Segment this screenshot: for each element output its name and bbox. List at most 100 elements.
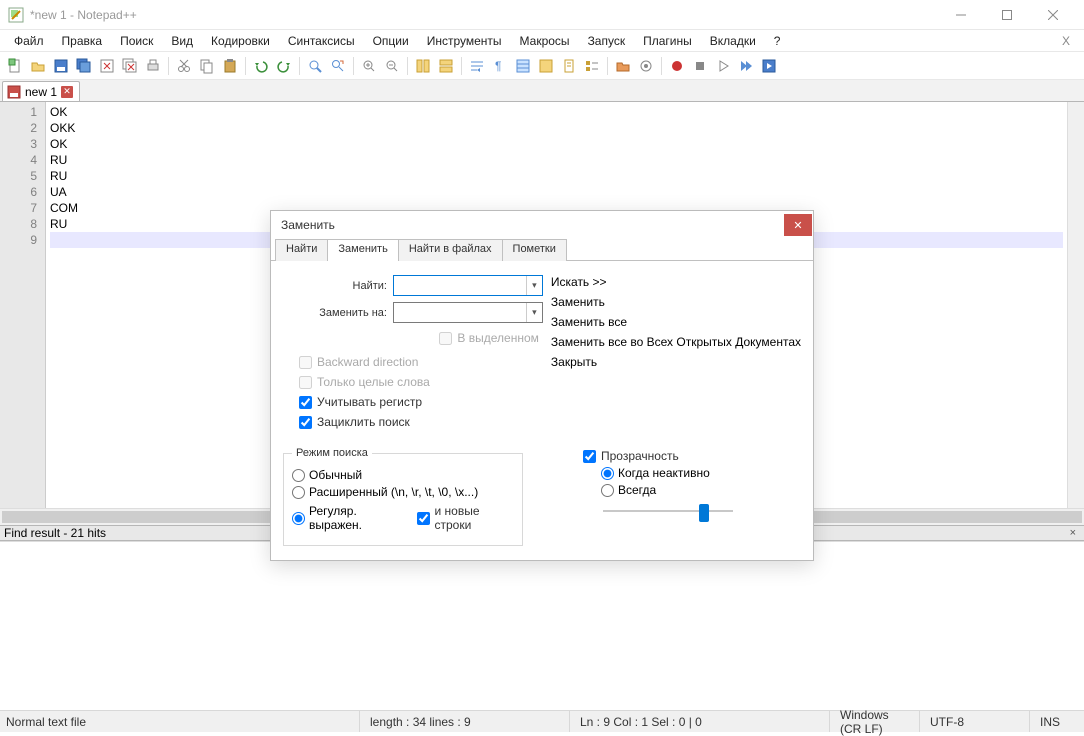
transparency-slider[interactable] xyxy=(603,501,733,521)
menu-edit[interactable]: Правка xyxy=(54,32,111,50)
menu-bar: Файл Правка Поиск Вид Кодировки Синтакси… xyxy=(0,30,1084,52)
dropdown-icon[interactable]: ▾ xyxy=(526,276,542,295)
transparency-onlose-radio[interactable]: Когда неактивно xyxy=(601,466,801,480)
dialog-tabs: Найти Заменить Найти в файлах Пометки xyxy=(271,239,813,261)
menu-run[interactable]: Запуск xyxy=(580,32,634,50)
vertical-scrollbar[interactable] xyxy=(1067,102,1084,508)
stop-macro-icon[interactable] xyxy=(689,55,711,77)
svg-text:¶: ¶ xyxy=(495,59,501,73)
replace-all-docs-button[interactable]: Заменить все во Всех Открытых Документах xyxy=(551,335,801,349)
backward-checkbox: Backward direction xyxy=(299,355,543,369)
replace-button[interactable]: Заменить xyxy=(551,295,801,309)
dialog-title: Заменить xyxy=(281,218,784,232)
func-list-icon[interactable] xyxy=(581,55,603,77)
findresult-close-icon[interactable]: × xyxy=(1066,527,1080,539)
monitoring-icon[interactable] xyxy=(635,55,657,77)
print-icon[interactable] xyxy=(142,55,164,77)
status-position: Ln : 9 Col : 1 Sel : 0 | 0 xyxy=(570,711,830,732)
undo-icon[interactable] xyxy=(250,55,272,77)
show-all-chars-icon[interactable]: ¶ xyxy=(489,55,511,77)
menu-help[interactable]: ? xyxy=(766,32,789,50)
window-title: *new 1 - Notepad++ xyxy=(30,8,938,22)
copy-icon[interactable] xyxy=(196,55,218,77)
status-bar: Normal text file length : 34 lines : 9 L… xyxy=(0,710,1084,732)
find-label: Найти: xyxy=(283,280,393,292)
open-file-icon[interactable] xyxy=(27,55,49,77)
menu-search[interactable]: Поиск xyxy=(112,32,161,50)
dialog-tab-replace[interactable]: Заменить xyxy=(327,239,398,261)
maximize-button[interactable] xyxy=(984,0,1030,30)
title-bar: *new 1 - Notepad++ xyxy=(0,0,1084,30)
record-macro-icon[interactable] xyxy=(666,55,688,77)
find-what-input[interactable]: ▾ xyxy=(393,275,543,296)
save-all-icon[interactable] xyxy=(73,55,95,77)
close-window-button[interactable] xyxy=(1030,0,1076,30)
menu-settings[interactable]: Опции xyxy=(365,32,417,50)
menu-language[interactable]: Синтаксисы xyxy=(280,32,363,50)
tab-close-icon[interactable]: ✕ xyxy=(61,86,73,98)
menubar-close-x[interactable]: X xyxy=(1054,32,1078,50)
document-tabstrip: new 1 ✕ xyxy=(0,80,1084,102)
indent-guide-icon[interactable] xyxy=(512,55,534,77)
play-multi-icon[interactable] xyxy=(735,55,757,77)
line-number-gutter: 123456789 xyxy=(0,102,46,508)
wraparound-checkbox[interactable]: Зациклить поиск xyxy=(299,415,543,429)
unsaved-icon xyxy=(7,85,21,99)
replace-icon[interactable] xyxy=(327,55,349,77)
matchcase-checkbox[interactable]: Учитывать регистр xyxy=(299,395,543,409)
toolbar: ¶ xyxy=(0,52,1084,80)
dialog-tab-find[interactable]: Найти xyxy=(275,239,328,261)
dotall-checkbox[interactable]: и новые строки xyxy=(417,504,515,532)
replace-with-input[interactable]: ▾ xyxy=(393,302,543,323)
sync-v-icon[interactable] xyxy=(412,55,434,77)
udl-icon[interactable] xyxy=(535,55,557,77)
find-next-button[interactable]: Искать >> xyxy=(551,275,801,289)
status-length-lines: length : 34 lines : 9 xyxy=(360,711,570,732)
dialog-tab-mark[interactable]: Пометки xyxy=(502,239,567,261)
close-dialog-button[interactable]: Закрыть xyxy=(551,355,801,369)
menu-macro[interactable]: Макросы xyxy=(512,32,578,50)
menu-window[interactable]: Вкладки xyxy=(702,32,764,50)
dropdown-icon[interactable]: ▾ xyxy=(526,303,542,322)
status-encoding: UTF-8 xyxy=(920,711,1030,732)
status-filetype: Normal text file xyxy=(0,711,360,732)
menu-file[interactable]: Файл xyxy=(6,32,52,50)
zoom-out-icon[interactable] xyxy=(381,55,403,77)
search-mode-group: Режим поиска Обычный Расширенный (\n, \r… xyxy=(283,447,523,546)
status-insertmode: INS xyxy=(1030,711,1084,732)
menu-plugins[interactable]: Плагины xyxy=(635,32,700,50)
wordwrap-icon[interactable] xyxy=(466,55,488,77)
tab-label: new 1 xyxy=(25,85,57,99)
menu-tools[interactable]: Инструменты xyxy=(419,32,510,50)
transparency-checkbox[interactable]: Прозрачность xyxy=(583,449,801,463)
redo-icon[interactable] xyxy=(273,55,295,77)
mode-normal-radio[interactable]: Обычный xyxy=(292,468,514,482)
save-macro-icon[interactable] xyxy=(758,55,780,77)
dialog-tab-findinfiles[interactable]: Найти в файлах xyxy=(398,239,503,261)
dialog-titlebar[interactable]: Заменить ✕ xyxy=(271,211,813,239)
close-file-icon[interactable] xyxy=(96,55,118,77)
dialog-close-button[interactable]: ✕ xyxy=(784,214,812,236)
document-tab[interactable]: new 1 ✕ xyxy=(2,81,80,101)
zoom-in-icon[interactable] xyxy=(358,55,380,77)
mode-extended-radio[interactable]: Расширенный (\n, \r, \t, \0, \x...) xyxy=(292,485,514,499)
menu-encoding[interactable]: Кодировки xyxy=(203,32,278,50)
folder-workspace-icon[interactable] xyxy=(612,55,634,77)
transparency-always-radio[interactable]: Всегда xyxy=(601,483,801,497)
cut-icon[interactable] xyxy=(173,55,195,77)
app-icon xyxy=(8,7,24,23)
replace-label: Заменить на: xyxy=(283,307,393,319)
paste-icon[interactable] xyxy=(219,55,241,77)
new-file-icon[interactable] xyxy=(4,55,26,77)
mode-regex-radio[interactable]: Регуляр. выражен. xyxy=(292,504,407,532)
menu-view[interactable]: Вид xyxy=(163,32,201,50)
close-all-icon[interactable] xyxy=(119,55,141,77)
replace-all-button[interactable]: Заменить все xyxy=(551,315,801,329)
sync-h-icon[interactable] xyxy=(435,55,457,77)
find-icon[interactable] xyxy=(304,55,326,77)
play-macro-icon[interactable] xyxy=(712,55,734,77)
minimize-button[interactable] xyxy=(938,0,984,30)
doc-map-icon[interactable] xyxy=(558,55,580,77)
findresult-panel[interactable] xyxy=(0,541,1084,734)
save-icon[interactable] xyxy=(50,55,72,77)
